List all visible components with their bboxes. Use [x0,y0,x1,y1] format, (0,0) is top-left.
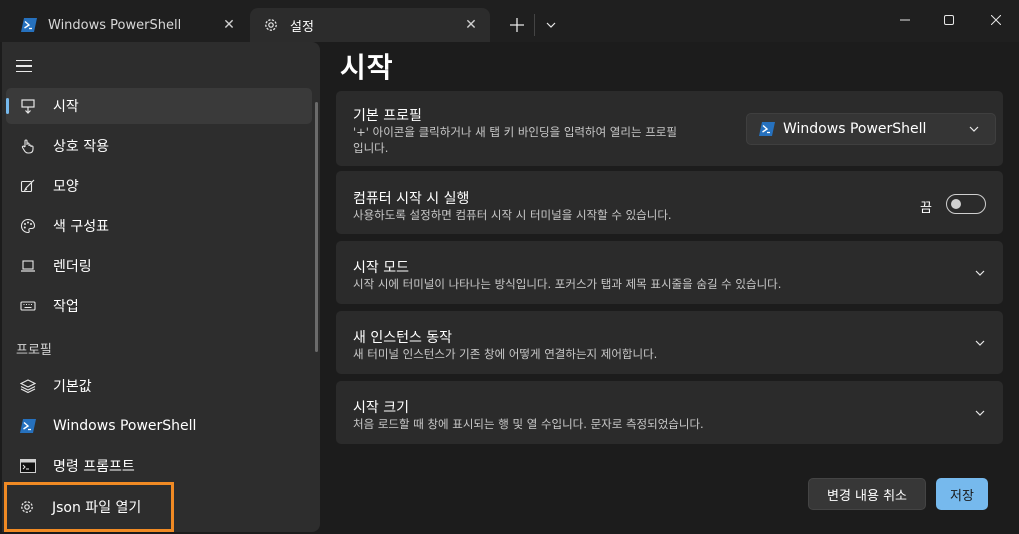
new-tab-button[interactable] [502,10,532,40]
chevron-down-icon [973,336,987,350]
sidebar-scrollbar[interactable] [315,102,318,352]
save-button[interactable]: 저장 [936,478,988,510]
minimize-icon[interactable] [882,0,928,40]
divider [534,14,535,36]
close-icon[interactable] [973,0,1019,40]
sidebar-item-launch[interactable]: 시작 [6,88,312,124]
powershell-icon [759,121,775,137]
card-description: 사용하도록 설정하면 컴퓨터 시작 시 터미널을 시작할 수 있습니다. [353,208,672,222]
sidebar-item-label: 색 구성표 [53,219,109,235]
card-description: 새 터미널 인스턴스가 기존 창에 어떻게 연결하는지 제어합니다. [353,347,658,361]
sidebar-item-defaults[interactable]: 기본값 [6,368,312,404]
settings-content: 시작 기본 프로필 '+' 아이콘을 클릭하거나 새 탭 키 바인딩을 입력하여… [320,42,1019,534]
title-bar: Windows PowerShell ✕ 설정 ✕ [0,0,1019,42]
tab-label: 설정 [290,19,314,35]
toggle-knob [951,199,961,209]
sidebar-item-appearance[interactable]: 모양 [6,168,312,204]
card-description: '+' 아이콘을 클릭하거나 새 탭 키 바인딩을 입력하여 열리는 프로필 [353,125,677,139]
keyboard-icon [18,296,38,316]
sidebar-item-label: 명령 프롬프트 [53,459,135,475]
layers-icon [18,376,38,396]
card-description: 시작 시에 터미널이 나타나는 방식입니다. 포커스가 탭과 제목 표시줄을 숨… [353,277,782,291]
card-title: 새 인스턴스 동작 [353,330,453,346]
sidebar-item-label: 렌더링 [53,259,92,275]
hamburger-menu-icon[interactable] [16,56,36,76]
sidebar-item-label: 시작 [53,99,79,115]
card-description: 처음 로드할 때 창에 표시되는 행 및 열 수입니다. 문자로 측정되었습니다… [353,417,704,431]
powershell-icon [20,16,38,34]
selection-indicator [6,98,9,114]
launch-on-startup-card: 컴퓨터 시작 시 실행 사용하도록 설정하면 컴퓨터 시작 시 터미널을 시작할… [336,171,1003,234]
sidebar-item-label: 작업 [53,299,79,315]
paint-edit-icon [18,176,38,196]
close-icon[interactable]: ✕ [216,12,242,38]
sidebar-item-label: Windows PowerShell [53,418,197,434]
cmd-icon [18,456,38,476]
default-profile-card: 기본 프로필 '+' 아이콘을 클릭하거나 새 탭 키 바인딩을 입력하여 열리… [336,91,1003,166]
launch-size-card[interactable]: 시작 크기 처음 로드할 때 창에 표시되는 행 및 열 수입니다. 문자로 측… [336,381,1003,444]
sidebar-item-rendering[interactable]: 렌더링 [6,248,312,284]
sidebar-item-command-prompt[interactable]: 명령 프롬프트 [6,448,312,484]
discard-changes-button[interactable]: 변경 내용 취소 [808,478,926,510]
sidebar: 시작 상호 작용 모양 색 구성표 렌더링 작업 프로필 기본값 Windows… [2,42,320,532]
launch-on-startup-toggle[interactable] [946,194,986,214]
gear-icon [17,497,37,517]
launch-icon [18,96,38,116]
toggle-state-label: 끔 [920,201,932,216]
default-profile-dropdown[interactable]: Windows PowerShell [746,113,996,145]
card-description: 입니다. [353,141,389,155]
maximize-icon[interactable] [926,0,972,40]
launch-mode-card[interactable]: 시작 모드 시작 시에 터미널이 나타나는 방식입니다. 포커스가 탭과 제목 … [336,241,1003,304]
tab-windows-powershell[interactable]: Windows PowerShell ✕ [8,8,248,42]
sidebar-item-label: 상호 작용 [53,139,109,155]
chevron-down-icon [973,266,987,280]
dropdown-value: Windows PowerShell [783,121,927,137]
tab-settings[interactable]: 설정 ✕ [250,8,490,42]
chevron-down-icon [969,126,983,132]
hand-pointer-icon [18,136,38,156]
new-instance-behavior-card[interactable]: 새 인스턴스 동작 새 터미널 인스턴스가 기존 창에 어떻게 연결하는지 제어… [336,311,1003,374]
sidebar-item-label: 모양 [53,179,79,195]
sidebar-item-actions[interactable]: 작업 [6,288,312,324]
sidebar-item-label: 기본값 [53,379,92,395]
chevron-down-icon[interactable] [538,10,564,40]
open-json-file-label: Json 파일 열기 [52,500,142,516]
sidebar-item-interaction[interactable]: 상호 작용 [6,128,312,164]
palette-icon [18,216,38,236]
monitor-icon [18,256,38,276]
tab-label: Windows PowerShell [48,17,182,33]
gear-icon [262,16,280,34]
page-title: 시작 [340,51,394,84]
sidebar-item-color-schemes[interactable]: 색 구성표 [6,208,312,244]
card-title: 시작 크기 [353,400,409,416]
open-json-file-button[interactable]: Json 파일 열기 [4,482,174,532]
profiles-section-header: 프로필 [16,343,52,358]
card-title: 기본 프로필 [353,108,422,124]
close-icon[interactable]: ✕ [458,12,484,38]
card-title: 시작 모드 [353,260,409,276]
powershell-icon [18,416,38,436]
sidebar-item-windows-powershell[interactable]: Windows PowerShell [6,408,312,444]
card-title: 컴퓨터 시작 시 실행 [353,191,470,207]
chevron-down-icon [973,406,987,420]
